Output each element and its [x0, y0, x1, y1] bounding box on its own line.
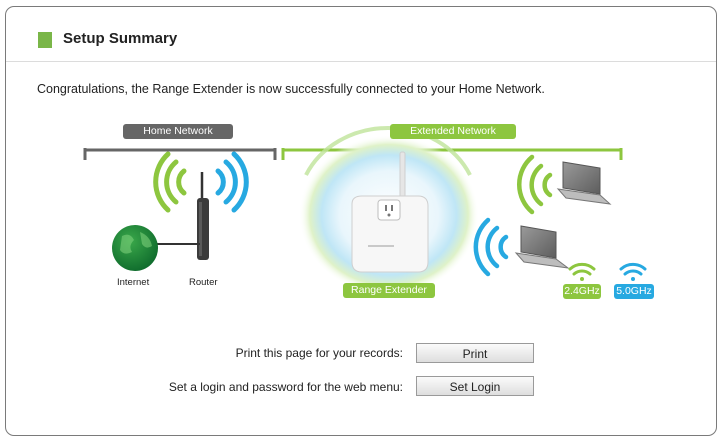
- internet-globe-icon: [112, 225, 158, 271]
- login-instruction: Set a login and password for the web men…: [168, 380, 403, 394]
- print-button[interactable]: Print: [416, 343, 534, 363]
- band-50ghz-badge: 5.0GHz: [614, 284, 654, 299]
- laptop-icon: [556, 161, 612, 205]
- set-login-button[interactable]: Set Login: [416, 376, 534, 396]
- band-24ghz-badge: 2.4GHz: [563, 284, 601, 299]
- internet-label: Internet: [117, 277, 150, 288]
- print-instruction: Print this page for your records:: [235, 346, 403, 360]
- wifi-50ghz-icon: [619, 262, 647, 281]
- laptop-wifi-icon: [517, 154, 553, 215]
- router-label: Router: [189, 277, 218, 288]
- range-extender-label: Range Extender: [343, 283, 435, 298]
- home-network-bracket: [83, 148, 277, 160]
- extended-network-label: Extended Network: [390, 124, 516, 139]
- network-diagram: [83, 126, 647, 295]
- home-network-label: Home Network: [123, 124, 233, 139]
- laptop-icon: [514, 225, 570, 269]
- wifi-24ghz-icon: [568, 262, 596, 281]
- router-device: [197, 172, 209, 260]
- laptop-wifi-icon: [473, 217, 509, 277]
